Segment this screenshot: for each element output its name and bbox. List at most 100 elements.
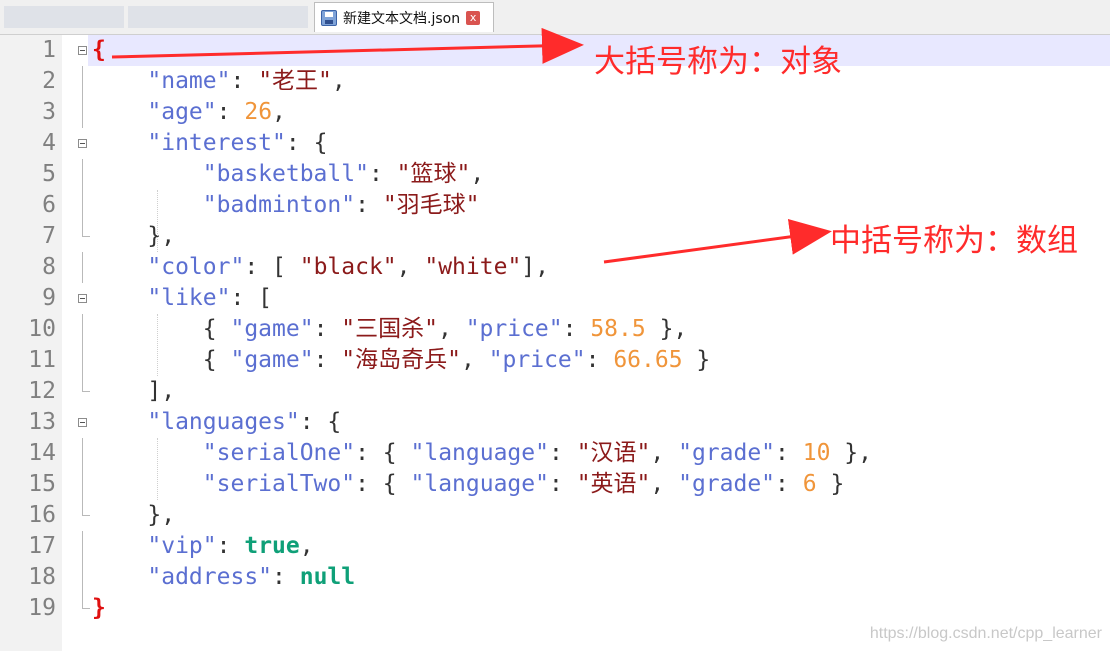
code-token: "汉语" [576,440,651,466]
code-token: 58.5 [590,316,646,342]
code-line[interactable]: 19} [0,593,1110,624]
code-text: { "game": "三国杀", "price": 58.5 }, [92,314,688,345]
code-token: ], [92,378,176,404]
code-token: { [92,347,231,373]
code-token: , [470,161,485,187]
code-token: "languages" [147,409,300,435]
code-token: , [460,347,489,373]
code-line[interactable]: 17 "vip": true, [0,531,1110,562]
code-line[interactable]: 1{ [0,35,1110,66]
indent-guide [157,438,158,500]
code-token: "price" [488,347,586,373]
code-text: "languages": { [92,407,341,438]
code-token: }, [92,502,176,528]
tab-blurred-2[interactable] [128,6,308,28]
line-number: 11 [28,347,56,373]
line-number: 8 [42,254,56,280]
fold-end-marker [82,593,90,609]
fold-toggle-icon[interactable] [78,46,87,55]
line-number: 4 [42,130,56,156]
code-line[interactable]: 16 }, [0,500,1110,531]
code-editor[interactable]: 1{2 "name": "老王", 3 "age": 26, 4 "interest… [0,35,1110,651]
fold-line [82,531,83,562]
fold-line [82,252,83,283]
fold-line [82,314,83,345]
code-token: "badminton" [202,192,356,218]
code-token: : [585,347,614,373]
code-text: "basketball": "篮球", [92,159,484,190]
code-line[interactable]: 10 { "game": "三国杀", "price": 58.5 }, [0,314,1110,345]
code-token: "white" [424,254,522,280]
line-number: 5 [42,161,56,187]
code-text: "like": [ [92,283,272,314]
tab-active-file[interactable]: 新建文本文档.json x [314,2,494,32]
code-line[interactable]: 13 "languages": { [0,407,1110,438]
code-token: "serialOne" [202,440,356,466]
fold-end-marker [82,500,90,516]
line-number: 14 [28,440,56,466]
code-token: "name" [147,68,231,94]
fold-toggle-icon[interactable] [78,294,87,303]
code-token: "black" [299,254,397,280]
code-text: "color": [ "black", "white"], [92,252,549,283]
code-line[interactable]: 5 "basketball": "篮球", [0,159,1110,190]
code-line[interactable]: 15 "serialTwo": { "language": "英语", "gra… [0,469,1110,500]
indent-guide [157,314,158,376]
code-token: : { [355,471,411,497]
tab-blurred-1[interactable] [4,6,124,28]
line-number: 7 [42,223,56,249]
indent-guide [157,190,158,252]
code-line[interactable]: 18 "address": null [0,562,1110,593]
code-token: "language" [410,440,549,466]
line-number: 19 [28,595,56,621]
code-text: "vip": true, [92,531,313,562]
code-token: "language" [410,471,549,497]
line-number: 1 [42,37,56,63]
code-line[interactable]: 9 "like": [ [0,283,1110,314]
code-token: } [682,347,711,373]
code-text: ], [92,376,175,407]
code-text: "serialTwo": { "language": "英语", "grade"… [92,469,845,500]
code-line[interactable]: 11 { "game": "海岛奇兵", "price": 66.65 } [0,345,1110,376]
code-line[interactable]: 14 "serialOne": { "language": "汉语", "gra… [0,438,1110,469]
code-token: "篮球" [396,161,471,187]
code-token: true [244,533,300,559]
fold-toggle-icon[interactable] [78,139,87,148]
code-text: }, [92,221,175,252]
watermark: https://blog.csdn.net/cpp_learner [869,625,1102,642]
code-token: : [548,471,577,497]
code-token: }, [645,316,688,342]
code-token: "game" [230,347,314,373]
code-text: "interest": { [92,128,327,159]
code-token: : [272,564,300,590]
array-annotation: 中括号称为：数组 [830,223,1078,259]
code-token: , [650,440,679,466]
code-token: "basketball" [202,161,369,187]
tab-filename: 新建文本文档.json [343,10,461,27]
code-line[interactable]: 3 "age": 26, [0,97,1110,128]
code-token: : [216,99,245,125]
code-text: { "game": "海岛奇兵", "price": 66.65 } [92,345,711,376]
code-line[interactable]: 12 ], [0,376,1110,407]
fold-toggle-icon[interactable] [78,418,87,427]
code-token: "like" [147,285,231,311]
fold-line [82,438,83,469]
code-line[interactable]: 4 "interest": { [0,128,1110,159]
code-token: "羽毛球" [382,192,480,218]
code-line[interactable]: 2 "name": "老王", [0,66,1110,97]
fold-end-marker [82,376,90,392]
fold-line [82,469,83,500]
code-token: : [368,161,397,187]
close-icon[interactable]: x [466,10,481,25]
code-token: : [775,440,803,466]
code-token: "price" [465,316,563,342]
line-number: 12 [28,378,56,404]
